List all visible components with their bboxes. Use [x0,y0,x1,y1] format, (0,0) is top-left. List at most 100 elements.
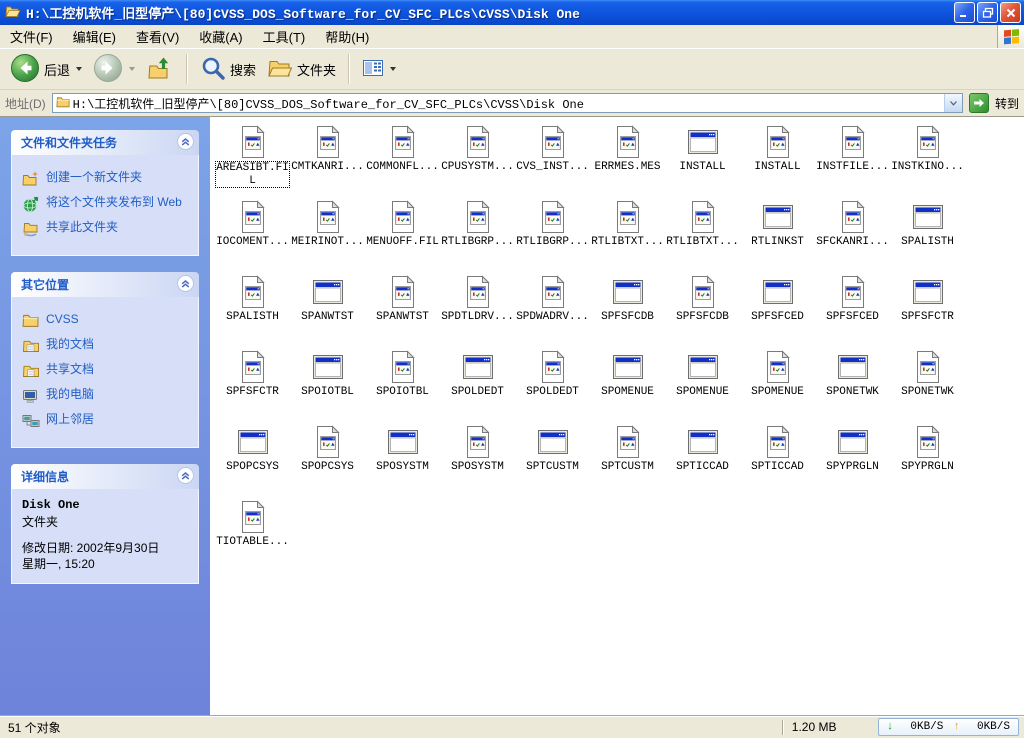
file-item[interactable]: SPFSFCDB [665,272,740,347]
app-window-icon [611,350,645,384]
file-item[interactable]: SPOLDEDT [440,347,515,422]
file-item[interactable]: SPFSFCTR [215,347,290,422]
collapse-chevron-icon[interactable] [177,132,194,153]
file-item[interactable]: SPANWTST [290,272,365,347]
file-item[interactable]: SPOMENUE [590,347,665,422]
go-label[interactable]: 转到 [995,95,1019,112]
sidebar-item-new-folder[interactable]: 创建一个新文件夹 [22,170,190,188]
back-button[interactable]: 后退 [6,51,86,88]
file-item[interactable]: SPTCUSTM [515,422,590,497]
file-item[interactable]: INSTKINO... [890,122,965,197]
file-item[interactable]: RTLIBTXT... [590,197,665,272]
file-item[interactable]: SPALISTH [890,197,965,272]
menu-item-5[interactable]: 帮助(H) [315,25,379,48]
file-item[interactable]: SPALISTH [215,272,290,347]
file-item[interactable]: SPOIOTBL [290,347,365,422]
file-item[interactable]: SPOPCSYS [215,422,290,497]
go-button[interactable] [968,93,989,113]
menu-item-1[interactable]: 编辑(E) [63,25,126,48]
file-item[interactable]: SPOIOTBL [365,347,440,422]
file-item[interactable]: INSTALL [665,122,740,197]
views-dropdown-caret-icon[interactable] [390,67,397,71]
file-item[interactable]: SPOSYSTM [365,422,440,497]
folders-button[interactable]: 文件夹 [263,54,340,85]
file-item[interactable]: SPOPCSYS [290,422,365,497]
collapse-chevron-icon[interactable] [177,466,194,487]
address-input[interactable]: H:\工控机软件_旧型停产\[80]CVSS_DOS_Software_for_… [51,93,963,113]
sidebar-item-my-computer[interactable]: 我的电脑 [22,387,190,405]
sidebar-item-share-folder[interactable]: 共享此文件夹 [22,220,190,238]
app-window-icon [461,350,495,384]
file-icon [386,125,420,159]
file-item[interactable]: MEIRINOT... [290,197,365,272]
file-item[interactable]: SPDWADRV... [515,272,590,347]
sidebar-item-publish-web[interactable]: 将这个文件夹发布到 Web [22,195,190,213]
file-item[interactable]: COMMONFL... [365,122,440,197]
file-item[interactable]: CVS_INST... [515,122,590,197]
file-icon [461,425,495,459]
up-button[interactable] [142,52,178,87]
menu-item-2[interactable]: 查看(V) [126,25,189,48]
file-item[interactable]: AREASIBT.FIL [215,122,290,197]
file-item[interactable]: SPTICCAD [665,422,740,497]
file-label: SPOMENUE [676,386,729,398]
panel-header-details[interactable]: 详细信息 [11,464,199,489]
file-item[interactable]: SPDTLDRV... [440,272,515,347]
file-item[interactable]: SPTCUSTM [590,422,665,497]
address-dropdown-button[interactable] [943,94,962,112]
file-item[interactable]: SPANWTST [365,272,440,347]
file-item[interactable]: SPTICCAD [740,422,815,497]
back-dropdown-caret-icon[interactable] [76,67,83,71]
file-item[interactable]: SPOMENUE [740,347,815,422]
app-window-icon [761,200,795,234]
file-icon [611,200,645,234]
collapse-chevron-icon[interactable] [177,274,194,295]
file-item[interactable]: SPFSFCED [815,272,890,347]
file-item[interactable]: SPOLDEDT [515,347,590,422]
file-item[interactable]: SFCKANRI... [815,197,890,272]
sidebar-item-shared-documents[interactable]: 共享文档 [22,362,190,380]
file-item[interactable]: SPOMENUE [665,347,740,422]
file-item[interactable]: SPYPRGLN [815,422,890,497]
file-item[interactable]: CMTKANRI... [290,122,365,197]
menu-item-4[interactable]: 工具(T) [253,25,316,48]
address-bar: 地址(D) H:\工控机软件_旧型停产\[80]CVSS_DOS_Softwar… [0,90,1024,117]
views-button[interactable] [358,56,400,83]
panel-body-places: CVSS 我的文档共享文档我的电脑网上邻居 [11,297,199,448]
file-item[interactable]: RTLIBGRP... [515,197,590,272]
file-item[interactable]: SPOSYSTM [440,422,515,497]
file-item[interactable]: TIOTABLE... [215,497,290,572]
file-item[interactable]: INSTALL [740,122,815,197]
forward-button[interactable] [89,51,139,88]
file-item[interactable]: ERRMES.MES [590,122,665,197]
file-item[interactable]: INSTFILE... [815,122,890,197]
restore-button[interactable] [977,2,998,23]
app-window-icon [836,425,870,459]
close-button[interactable] [1000,2,1021,23]
file-item[interactable]: SPONETWK [890,347,965,422]
file-item[interactable]: IOCOMENT... [215,197,290,272]
file-item[interactable]: SPYPRGLN [890,422,965,497]
file-item[interactable]: MENUOFF.FIL [365,197,440,272]
sidebar-item-label: 创建一个新文件夹 [46,170,143,184]
file-item[interactable]: RTLINKST [740,197,815,272]
panel-header-tasks[interactable]: 文件和文件夹任务 [11,130,199,155]
forward-arrow-icon [93,53,123,86]
sidebar-item-network[interactable]: 网上邻居 [22,412,190,430]
panel-header-places[interactable]: 其它位置 [11,272,199,297]
file-item[interactable]: CPUSYSTM... [440,122,515,197]
file-item[interactable]: RTLIBGRP... [440,197,515,272]
file-label: AREASIBT.FIL [215,161,290,189]
file-item[interactable]: RTLIBTXT... [665,197,740,272]
minimize-button[interactable] [954,2,975,23]
sidebar-item-folder[interactable]: CVSS [22,312,190,330]
file-item[interactable]: SPFSFCED [740,272,815,347]
app-window-icon [611,275,645,309]
search-button[interactable]: 搜索 [196,53,260,86]
menu-item-3[interactable]: 收藏(A) [189,25,252,48]
menu-item-0[interactable]: 文件(F) [0,25,63,48]
file-item[interactable]: SPFSFCDB [590,272,665,347]
file-item[interactable]: SPFSFCTR [890,272,965,347]
sidebar-item-my-documents[interactable]: 我的文档 [22,337,190,355]
file-item[interactable]: SPONETWK [815,347,890,422]
